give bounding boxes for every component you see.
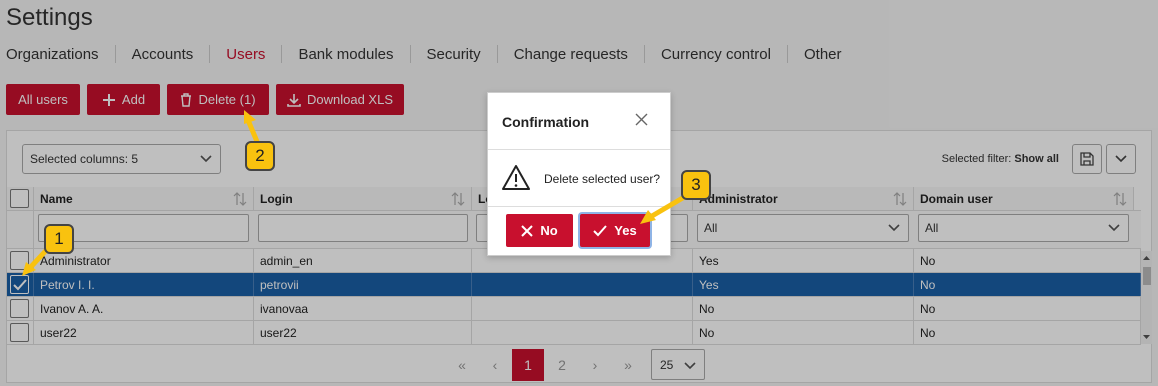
no-label: No	[540, 223, 558, 238]
confirmation-dialog: Confirmation Delete selected user? No Ye…	[487, 92, 671, 256]
close-icon[interactable]	[635, 113, 648, 131]
dialog-title: Confirmation	[502, 114, 590, 130]
yes-label: Yes	[614, 223, 637, 238]
callout-2: 2	[245, 141, 275, 171]
dialog-message: Delete selected user?	[544, 172, 661, 186]
warning-icon	[502, 165, 530, 190]
callout-3: 3	[681, 170, 711, 200]
callout-1: 1	[44, 224, 74, 254]
checkmark-icon	[593, 224, 608, 236]
close-icon	[521, 224, 534, 237]
dialog-divider	[488, 149, 670, 150]
no-button[interactable]: No	[506, 214, 573, 247]
